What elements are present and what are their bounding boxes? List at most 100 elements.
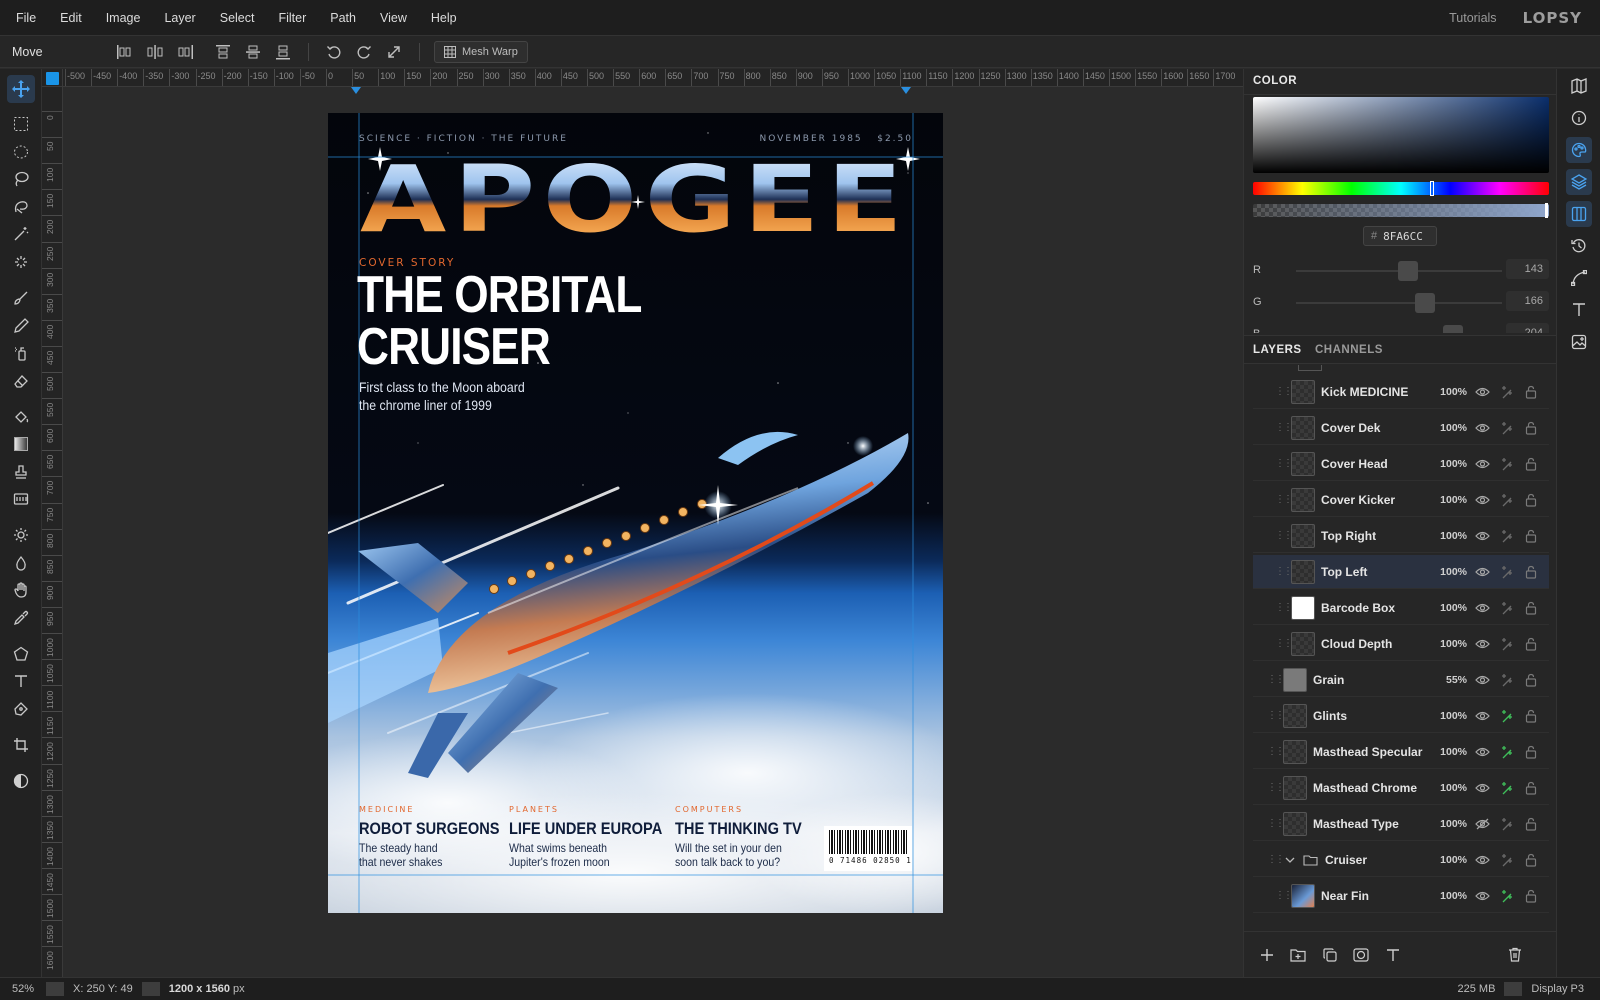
- lock-icon[interactable]: [1523, 384, 1539, 400]
- layer-opacity[interactable]: 100%: [1437, 458, 1467, 470]
- lock-icon[interactable]: [1523, 564, 1539, 580]
- channel-r-knob[interactable]: [1398, 261, 1418, 281]
- channel-r-slider[interactable]: [1296, 261, 1502, 281]
- color-profile[interactable]: Display P3: [1522, 983, 1600, 995]
- pattern-stamp-icon[interactable]: [7, 485, 35, 513]
- pen-icon[interactable]: [7, 695, 35, 723]
- hex-field[interactable]: # 8FA6CC: [1363, 226, 1437, 246]
- align-top-icon[interactable]: [210, 40, 236, 64]
- lock-icon[interactable]: [1523, 780, 1539, 796]
- channel-g-knob[interactable]: [1415, 293, 1435, 313]
- color-palette-icon[interactable]: [1566, 137, 1592, 163]
- effects-icon[interactable]: [1499, 672, 1515, 688]
- guide-marker-icon[interactable]: [351, 87, 361, 95]
- lock-icon[interactable]: [1523, 420, 1539, 436]
- eraser-icon[interactable]: [7, 367, 35, 395]
- layer-opacity[interactable]: 100%: [1437, 566, 1467, 578]
- align-middle-v-icon[interactable]: [240, 40, 266, 64]
- effects-icon[interactable]: [1499, 528, 1515, 544]
- layer-opacity[interactable]: 100%: [1437, 386, 1467, 398]
- quick-select-icon[interactable]: [7, 248, 35, 276]
- effects-icon[interactable]: [1499, 708, 1515, 724]
- zoom-level[interactable]: 52%: [0, 983, 46, 995]
- layer-opacity[interactable]: 100%: [1437, 494, 1467, 506]
- drag-handle-icon[interactable]: ⋮⋮: [1275, 530, 1293, 541]
- tab-layers[interactable]: LAYERS: [1253, 344, 1302, 356]
- drag-handle-icon[interactable]: ⋮⋮: [1275, 386, 1293, 397]
- menu-file[interactable]: File: [0, 11, 48, 25]
- lock-icon[interactable]: [1523, 672, 1539, 688]
- mask-icon[interactable]: [1350, 944, 1372, 966]
- hue-slider[interactable]: [1253, 181, 1549, 196]
- rect-select-icon[interactable]: [7, 110, 35, 138]
- channel-b-value[interactable]: 204: [1506, 323, 1549, 333]
- expand-icon[interactable]: [381, 40, 407, 64]
- layers-icon[interactable]: [1566, 169, 1592, 195]
- lock-icon[interactable]: [1523, 492, 1539, 508]
- eye-icon[interactable]: [1474, 528, 1490, 544]
- menu-filter[interactable]: Filter: [266, 11, 318, 25]
- contrast-icon[interactable]: [7, 767, 35, 795]
- menu-view[interactable]: View: [368, 11, 419, 25]
- effects-icon[interactable]: [1499, 600, 1515, 616]
- lock-icon[interactable]: [1523, 744, 1539, 760]
- effects-icon[interactable]: [1499, 780, 1515, 796]
- layer-opacity[interactable]: 100%: [1437, 602, 1467, 614]
- lock-icon[interactable]: [1523, 816, 1539, 832]
- eye-icon[interactable]: [1474, 708, 1490, 724]
- layer-opacity[interactable]: 100%: [1437, 854, 1467, 866]
- menu-path[interactable]: Path: [318, 11, 368, 25]
- layer-opacity[interactable]: 55%: [1437, 674, 1467, 686]
- brush-icon[interactable]: [7, 284, 35, 312]
- align-right-icon[interactable]: [172, 40, 198, 64]
- pencil-icon[interactable]: [7, 312, 35, 340]
- history-icon[interactable]: [1566, 233, 1592, 259]
- align-bottom-icon[interactable]: [270, 40, 296, 64]
- rotate-left-icon[interactable]: [321, 40, 347, 64]
- hue-slider-handle[interactable]: [1430, 181, 1434, 196]
- text-layer-icon[interactable]: [1382, 944, 1404, 966]
- lock-icon[interactable]: [1523, 852, 1539, 868]
- menu-select[interactable]: Select: [208, 11, 267, 25]
- eye-icon[interactable]: [1474, 492, 1490, 508]
- duplicate-icon[interactable]: [1319, 944, 1341, 966]
- effects-icon[interactable]: [1499, 456, 1515, 472]
- color-picker-field[interactable]: [1253, 97, 1549, 173]
- tab-channels[interactable]: CHANNELS: [1315, 344, 1383, 356]
- eye-icon[interactable]: [1474, 852, 1490, 868]
- menu-layer[interactable]: Layer: [152, 11, 207, 25]
- drag-handle-icon[interactable]: ⋮⋮: [1275, 494, 1293, 505]
- eye-icon[interactable]: [1474, 888, 1490, 904]
- document-canvas[interactable]: SCIENCE · FICTION · THE FUTURE NOVEMBER …: [328, 113, 943, 913]
- channels-icon[interactable]: [1566, 201, 1592, 227]
- spray-icon[interactable]: [7, 339, 35, 367]
- drag-handle-icon[interactable]: ⋮⋮: [1267, 818, 1285, 829]
- drag-handle-icon[interactable]: ⋮⋮: [1267, 746, 1285, 757]
- lock-icon[interactable]: [1523, 636, 1539, 652]
- menu-edit[interactable]: Edit: [48, 11, 94, 25]
- layer-opacity[interactable]: 100%: [1437, 530, 1467, 542]
- crop-icon[interactable]: [7, 731, 35, 759]
- effects-icon[interactable]: [1499, 492, 1515, 508]
- channel-g-value[interactable]: 166: [1506, 291, 1549, 311]
- layer-opacity[interactable]: 100%: [1437, 782, 1467, 794]
- lasso-icon[interactable]: [7, 165, 35, 193]
- info-icon[interactable]: [1566, 105, 1592, 131]
- menu-help[interactable]: Help: [419, 11, 469, 25]
- add-layer-icon[interactable]: [1256, 944, 1278, 966]
- channel-r-value[interactable]: 143: [1506, 259, 1549, 279]
- effects-icon[interactable]: [1499, 852, 1515, 868]
- alpha-slider-handle[interactable]: [1545, 203, 1548, 218]
- magic-wand-icon[interactable]: [7, 220, 35, 248]
- drag-handle-icon[interactable]: ⋮⋮: [1275, 566, 1293, 577]
- drag-handle-icon[interactable]: ⋮⋮: [1267, 674, 1285, 685]
- effects-icon[interactable]: [1499, 420, 1515, 436]
- new-group-icon[interactable]: [1287, 944, 1309, 966]
- gradient-icon[interactable]: [7, 430, 35, 458]
- align-center-h-icon[interactable]: [142, 40, 168, 64]
- blur-icon[interactable]: [7, 549, 35, 577]
- eye-icon[interactable]: [1474, 420, 1490, 436]
- layer-opacity[interactable]: 100%: [1437, 746, 1467, 758]
- drag-handle-icon[interactable]: ⋮⋮: [1267, 710, 1285, 721]
- drag-handle-icon[interactable]: ⋮⋮: [1275, 422, 1293, 433]
